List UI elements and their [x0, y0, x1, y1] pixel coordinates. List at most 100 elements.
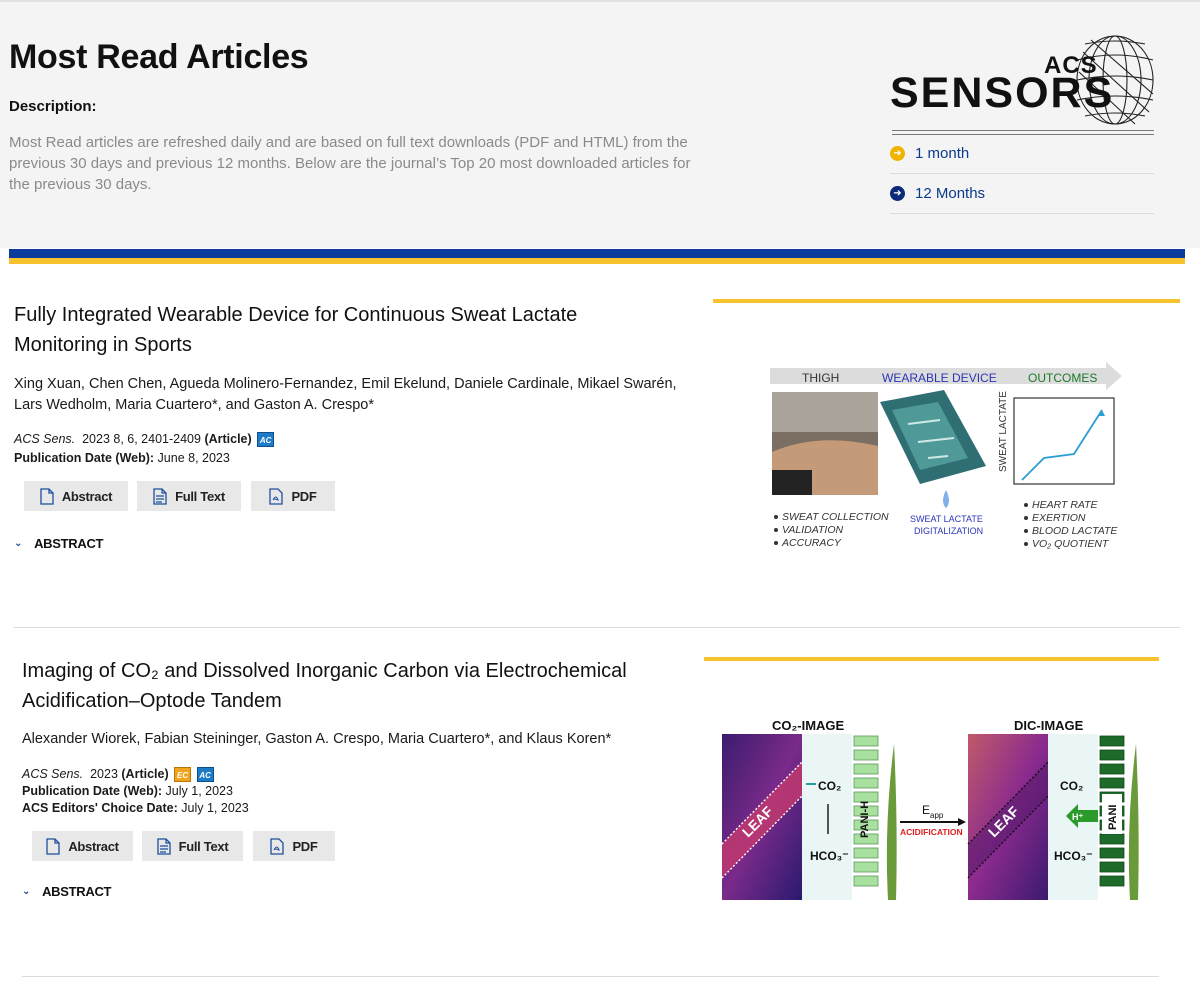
- bullet-icon: [1024, 529, 1028, 533]
- toc-plot-ylabel: SWEAT LACTATE: [998, 391, 1009, 472]
- toc-label-thigh: THIGH: [802, 371, 839, 385]
- divider-stripe: [9, 249, 1185, 258]
- toc-right-item: EXERTION: [1032, 512, 1086, 524]
- journal-name: ACS Sens.: [22, 767, 84, 781]
- acidification-label: ACIDIFICATION: [900, 827, 963, 837]
- article-type: (Article): [204, 432, 252, 446]
- arrow-circle-icon: ➜: [890, 186, 905, 201]
- publication-date: Publication Date (Web): June 8, 2023: [14, 449, 230, 467]
- article-citation: ACS Sens. 2023 (Article) EC AC: [22, 765, 214, 783]
- pub-date-label: Publication Date (Web):: [22, 784, 163, 798]
- journal-name: ACS Sens.: [14, 432, 76, 446]
- article-type: (Article): [121, 767, 169, 781]
- button-label: PDF: [291, 488, 317, 504]
- bullet-icon: [774, 515, 778, 519]
- publication-date: Publication Date (Web): July 1, 2023: [22, 782, 233, 800]
- authors-line: Lars Wedholm, Maria Cuartero*, and Gasto…: [14, 397, 374, 413]
- full-text-icon: [153, 487, 167, 505]
- full-text-icon: [156, 837, 171, 855]
- pdf-button[interactable]: PDF: [251, 481, 335, 511]
- pani-label: PANI: [1107, 805, 1119, 830]
- pani-h-label: PANI-H: [859, 801, 871, 838]
- article-title-line: Imaging of CO₂ and Dissolved Inorganic C…: [22, 660, 627, 682]
- article-authors: Xing Xuan, Chen Chen, Agueda Molinero-Fe…: [14, 374, 677, 416]
- authors-line: Xing Xuan, Chen Chen, Agueda Molinero-Fe…: [14, 376, 677, 392]
- toc-left-item: VALIDATION: [782, 524, 843, 536]
- arrow-circle-icon: ➜: [890, 146, 905, 161]
- abstract-toggle[interactable]: ⌄ ABSTRACT: [22, 884, 111, 899]
- co2-label: CO₂: [1060, 779, 1083, 793]
- toc-right-item: VO₂ QUOTIENT: [1032, 538, 1110, 550]
- thigh-photo: [772, 470, 812, 495]
- toc-left-item: ACCURACY: [781, 537, 842, 549]
- button-label: Full Text: [175, 488, 225, 504]
- abstract-button[interactable]: Abstract: [24, 481, 128, 511]
- thigh-photo: [772, 392, 878, 432]
- full-text-button[interactable]: Full Text: [142, 831, 243, 861]
- pdf-icon: [270, 837, 285, 855]
- toc-plot-frame: [1013, 397, 1115, 485]
- pub-date-value: June 8, 2023: [157, 451, 230, 465]
- toc-accent-rule: [713, 299, 1180, 303]
- full-text-button[interactable]: Full Text: [137, 481, 241, 511]
- pub-date-label: Publication Date (Web):: [14, 451, 155, 465]
- header-banner: Most Read Articles Description: Most Rea…: [0, 0, 1200, 248]
- hco3-label: HCO₃⁻: [810, 849, 849, 863]
- author-choice-badge-icon: AC: [196, 767, 214, 783]
- toc-graphic-wearable[interactable]: THIGH WEARABLE DEVICE OUTCOMES SWEAT LAC…: [768, 362, 1128, 554]
- leaf-blade-icon: [886, 744, 897, 900]
- article-title-line: Fully Integrated Wearable Device for Con…: [14, 304, 578, 326]
- hco3-label: HCO₃⁻: [1054, 849, 1093, 863]
- button-label: Full Text: [178, 838, 229, 854]
- pdf-icon: [269, 487, 284, 505]
- article-title-line: Acidification–Optode Tandem: [22, 690, 282, 712]
- toc-left-item: SWEAT COLLECTION: [782, 511, 889, 523]
- article-title-link[interactable]: Fully Integrated Wearable Device for Con…: [14, 300, 577, 360]
- eapp-label: E: [922, 803, 930, 817]
- drop-label-top: SWEAT LACTATE: [910, 514, 983, 524]
- drop-icon: [943, 490, 949, 508]
- logo-sensors-text: SENSORS: [890, 69, 1115, 117]
- chevron-down-icon: ⌄: [14, 538, 23, 549]
- abstract-toggle[interactable]: ⌄ ABSTRACT: [14, 536, 103, 551]
- toc-graphic-co2-imaging[interactable]: CO₂-IMAGE DIC-IMAGE LEAF CO₂ HCO₃⁻ PANI-…: [722, 714, 1142, 904]
- button-label: Abstract: [61, 488, 113, 504]
- editors-choice-date: ACS Editors' Choice Date: July 1, 2023: [22, 799, 249, 817]
- editors-date-value: July 1, 2023: [181, 801, 249, 815]
- document-icon: [40, 487, 54, 505]
- toc-label-outcomes: OUTCOMES: [1028, 371, 1097, 385]
- author-choice-badge-icon: AC: [257, 432, 275, 448]
- article-title-link[interactable]: Imaging of CO₂ and Dissolved Inorganic C…: [22, 656, 627, 716]
- abstract-button[interactable]: Abstract: [32, 831, 133, 861]
- co2-label: CO₂: [818, 779, 841, 793]
- toc-accent-rule: [704, 657, 1159, 661]
- article-title-line: Monitoring in Sports: [14, 334, 192, 356]
- toc-label-dic-image: DIC-IMAGE: [1014, 718, 1084, 733]
- editors-date-label: ACS Editors' Choice Date:: [22, 801, 178, 815]
- hplus-label: H⁺: [1072, 812, 1083, 822]
- toc-right-item: BLOOD LACTATE: [1032, 525, 1118, 537]
- abstract-toggle-label: ABSTRACT: [34, 536, 104, 551]
- drop-label-bottom: DIGITALIZATION: [914, 526, 983, 536]
- pdf-button[interactable]: PDF: [253, 831, 335, 861]
- bullet-icon: [1024, 516, 1028, 520]
- logo-rule: [892, 130, 1154, 131]
- authors-line: Alexander Wiorek, Fabian Steininger, Gas…: [22, 731, 612, 747]
- leaf-blade-icon: [1128, 744, 1139, 900]
- abstract-toggle-label: ABSTRACT: [42, 884, 112, 899]
- toc-right-item: HEART RATE: [1032, 499, 1099, 511]
- page-title: Most Read Articles: [9, 38, 309, 76]
- button-label: Abstract: [68, 838, 119, 854]
- document-icon: [46, 837, 60, 855]
- article-separator: [22, 976, 1159, 977]
- article-separator: [14, 627, 1180, 628]
- toc-label-co2-image: CO₂-IMAGE: [772, 718, 845, 733]
- period-label: 1 month: [915, 145, 970, 162]
- description-text: Most Read articles are refreshed daily a…: [9, 134, 691, 193]
- button-label: PDF: [292, 838, 318, 854]
- eapp-subscript: app: [930, 811, 944, 820]
- period-link-1-month[interactable]: ➜ 1 month: [890, 134, 1154, 174]
- pub-date-value: July 1, 2023: [165, 784, 233, 798]
- acs-sensors-logo[interactable]: ACS SENSORS: [890, 32, 1160, 136]
- period-link-12-months[interactable]: ➜ 12 Months: [890, 174, 1154, 214]
